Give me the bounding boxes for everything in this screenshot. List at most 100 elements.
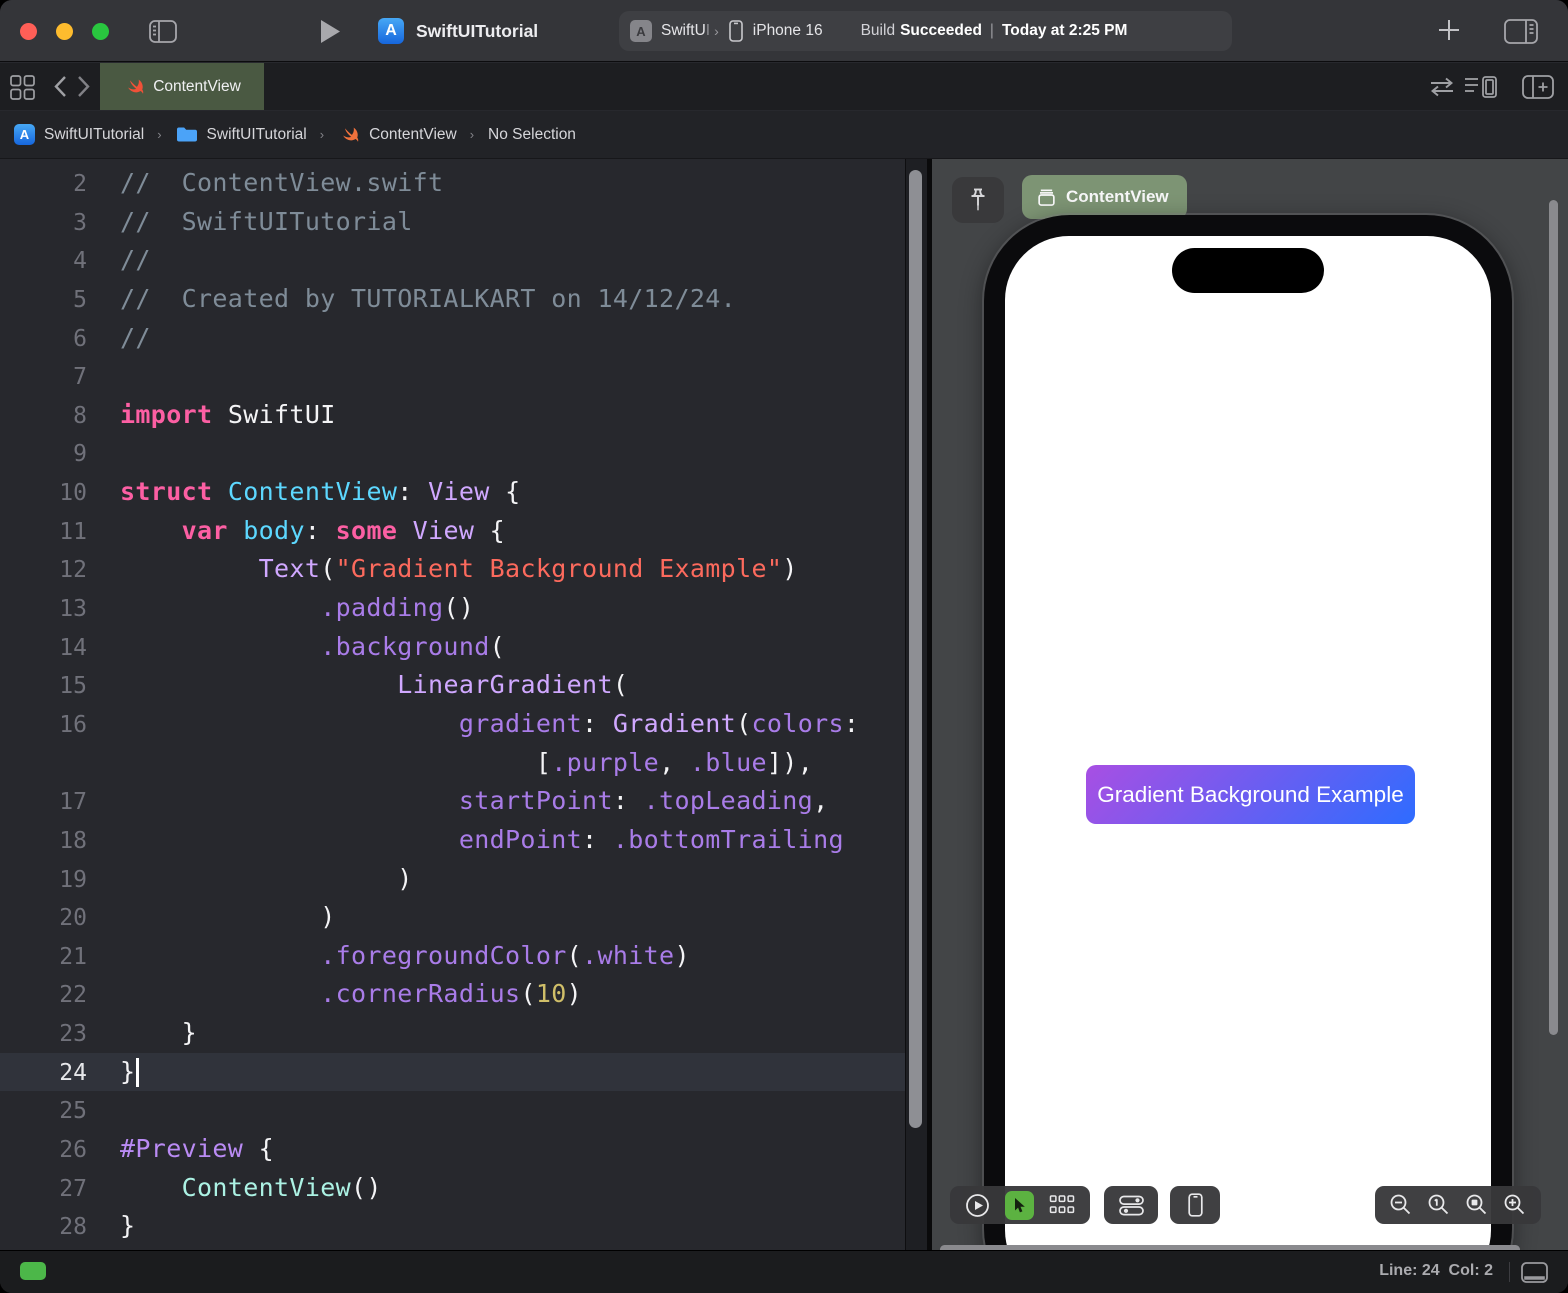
code-line[interactable]: 22 .cornerRadius(10) xyxy=(0,975,905,1014)
line-number[interactable]: 12 xyxy=(0,551,87,590)
breadcrumb-project[interactable]: A SwiftUITutorial xyxy=(14,124,144,145)
related-items-icon[interactable] xyxy=(10,75,35,100)
code-line[interactable]: 4 // xyxy=(0,241,905,280)
code-line[interactable]: 15 LinearGradient( xyxy=(0,666,905,705)
code-line[interactable]: 14 .background( xyxy=(0,628,905,667)
line-number[interactable]: 27 xyxy=(0,1170,87,1209)
line-number[interactable]: 3 xyxy=(0,204,87,243)
code-line[interactable]: 10 struct ContentView: View { xyxy=(0,473,905,512)
run-button[interactable] xyxy=(320,19,341,44)
breadcrumb-selection[interactable]: No Selection xyxy=(488,126,576,144)
plus-icon[interactable] xyxy=(1436,17,1462,43)
line-number[interactable]: 6 xyxy=(0,320,87,359)
scheme-name[interactable]: SwiftU xyxy=(661,22,706,40)
line-number[interactable]: 10 xyxy=(0,474,87,513)
minimize-window-button[interactable] xyxy=(56,22,73,40)
preview-device-badge[interactable]: ContentView xyxy=(1022,175,1187,219)
code-line[interactable]: 20 ) xyxy=(0,898,905,937)
line-number[interactable]: 8 xyxy=(0,397,87,436)
destination-device[interactable]: iPhone 16 xyxy=(753,22,823,40)
breadcrumb-item[interactable]: SwiftUITutorial xyxy=(207,126,307,144)
code-line[interactable]: 8 import SwiftUI xyxy=(0,396,905,435)
code-line[interactable]: 19 ) xyxy=(0,860,905,899)
line-number[interactable]: 26 xyxy=(0,1131,87,1170)
code-text: } xyxy=(120,1018,198,1048)
breadcrumb-item[interactable]: SwiftUITutorial xyxy=(44,126,144,144)
line-number[interactable]: 23 xyxy=(0,1015,87,1054)
line-number[interactable]: 17 xyxy=(0,783,87,822)
line-number[interactable]: 24 xyxy=(0,1054,87,1093)
line-number[interactable]: 21 xyxy=(0,938,87,977)
line-number[interactable]: 14 xyxy=(0,629,87,668)
zoom-out-icon[interactable] xyxy=(1389,1193,1413,1217)
code-line[interactable]: 26 #Preview { xyxy=(0,1130,905,1169)
line-number[interactable]: 19 xyxy=(0,861,87,900)
breakpoint-indicator[interactable] xyxy=(20,1262,46,1280)
activity-status[interactable]: Build Succeeded | Today at 2:25 PM xyxy=(861,22,1128,40)
line-number[interactable]: 9 xyxy=(0,435,87,474)
line-number[interactable]: 20 xyxy=(0,899,87,938)
code-line[interactable]: 24} xyxy=(0,1052,905,1093)
line-number[interactable]: 11 xyxy=(0,513,87,552)
tab-contentview[interactable]: ContentView xyxy=(100,63,264,110)
code-line[interactable]: 9 xyxy=(0,434,905,473)
play-circle-icon[interactable] xyxy=(965,1193,990,1218)
code-line[interactable]: 12 Text("Gradient Background Example") xyxy=(0,550,905,589)
preview-gradient-label[interactable]: Gradient Background Example xyxy=(1086,765,1415,824)
editor-scrollbar[interactable] xyxy=(905,159,927,1250)
swap-editors-icon[interactable] xyxy=(1428,76,1456,98)
editor-only-icon[interactable] xyxy=(1521,1262,1548,1283)
code-line[interactable]: 13 .padding() xyxy=(0,589,905,628)
add-editor-icon[interactable] xyxy=(1522,75,1554,99)
code-line[interactable]: 28} xyxy=(0,1207,905,1246)
line-number[interactable]: 2 xyxy=(0,165,87,204)
line-number[interactable]: 5 xyxy=(0,281,87,320)
line-number[interactable]: 22 xyxy=(0,976,87,1015)
code-line[interactable]: [.purple, .blue]), xyxy=(0,744,905,783)
code-line[interactable]: 7 xyxy=(0,357,905,396)
code-line[interactable]: 21 .foregroundColor(.white) xyxy=(0,937,905,976)
code-line[interactable]: 25 xyxy=(0,1091,905,1130)
close-window-button[interactable] xyxy=(20,22,37,40)
zoom-actual-icon[interactable] xyxy=(1427,1193,1451,1217)
breadcrumb-group[interactable]: SwiftUITutorial xyxy=(176,126,307,144)
pin-button[interactable] xyxy=(952,177,1004,223)
editor-scrollbar-thumb[interactable] xyxy=(909,170,922,1128)
line-number[interactable]: 25 xyxy=(0,1092,87,1131)
code-line[interactable]: 17 startPoint: .topLeading, xyxy=(0,782,905,821)
code-line[interactable]: 6 // xyxy=(0,319,905,358)
line-number[interactable]: 15 xyxy=(0,667,87,706)
panel-right-icon[interactable] xyxy=(1504,19,1538,44)
line-number[interactable]: 4 xyxy=(0,242,87,281)
breadcrumb-item[interactable]: ContentView xyxy=(369,126,457,144)
line-number[interactable]: 13 xyxy=(0,590,87,629)
code-line[interactable]: 3 // SwiftUITutorial xyxy=(0,203,905,242)
code-line[interactable]: 11 var body: some View { xyxy=(0,512,905,551)
line-number[interactable]: 7 xyxy=(0,358,87,397)
zoom-window-button[interactable] xyxy=(92,22,109,40)
zoom-in-icon[interactable] xyxy=(1503,1193,1527,1217)
variants-grid-icon[interactable] xyxy=(1049,1194,1075,1216)
code-line[interactable]: 27 ContentView() xyxy=(0,1169,905,1208)
device-icon[interactable] xyxy=(1187,1193,1203,1217)
chevron-back-icon[interactable] xyxy=(52,74,68,99)
code-line[interactable]: 23 } xyxy=(0,1014,905,1053)
code-line[interactable]: 5 // Created by TUTORIALKART on 14/12/24. xyxy=(0,280,905,319)
line-number[interactable]: 28 xyxy=(0,1208,87,1247)
line-number[interactable]: 16 xyxy=(0,706,87,745)
preview-vertical-scrollbar[interactable] xyxy=(1549,200,1558,1035)
code-line[interactable]: 2 // ContentView.swift xyxy=(0,164,905,203)
code-line[interactable]: 18 endPoint: .bottomTrailing xyxy=(0,821,905,860)
device-settings-icon[interactable] xyxy=(1118,1194,1145,1217)
project-icon: A xyxy=(14,124,35,145)
select-mode-button[interactable] xyxy=(1005,1190,1034,1220)
sidebar-toggle-icon[interactable] xyxy=(149,20,177,43)
breadcrumb-file[interactable]: ContentView xyxy=(338,124,457,146)
chevron-forward-icon[interactable] xyxy=(76,74,92,99)
code-editor[interactable]: 2 // ContentView.swift 3 // SwiftUITutorial… xyxy=(0,159,905,1250)
line-number[interactable]: 18 xyxy=(0,822,87,861)
zoom-fit-icon[interactable] xyxy=(1465,1193,1489,1217)
code-line[interactable]: 16 gradient: Gradient(colors: xyxy=(0,705,905,744)
scheme-selector[interactable]: A SwiftU I › iPhone 16 Build Succeeded | … xyxy=(619,11,1232,51)
editor-layout-icon[interactable] xyxy=(1464,75,1498,99)
